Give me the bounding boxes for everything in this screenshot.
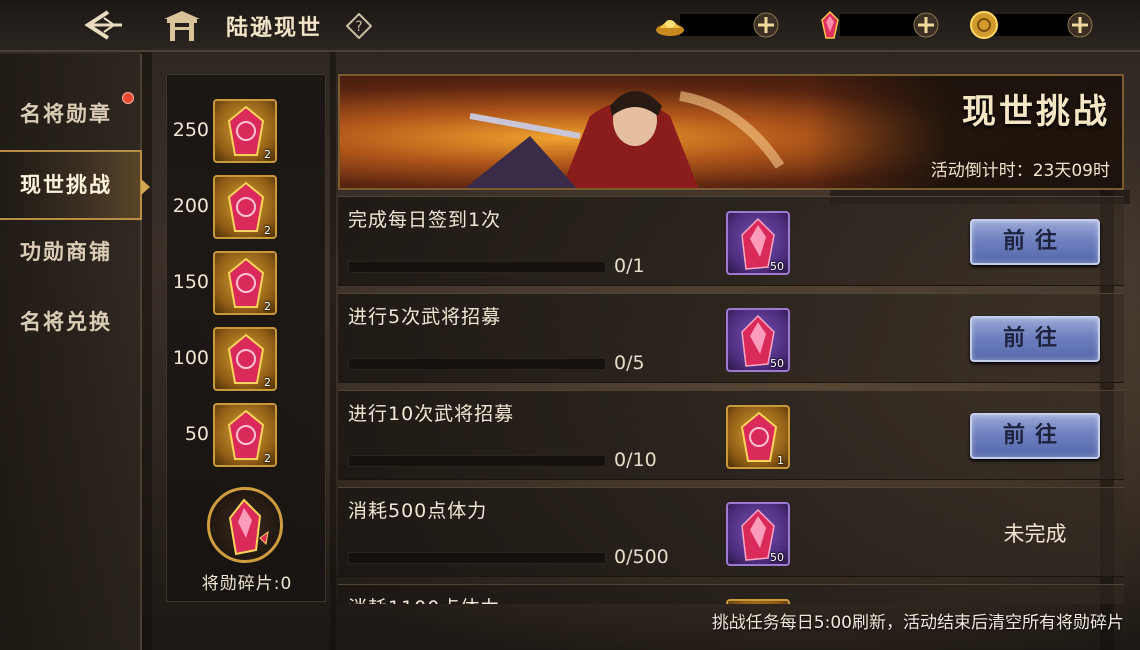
item-count: 2 [264, 300, 271, 313]
sidebar-item-label: 名将勋章 [20, 102, 112, 126]
milestone-reward[interactable]: 150 2 [167, 249, 327, 319]
page-title: 陆逊现世 [226, 16, 323, 41]
reward-item-slot[interactable]: 2 [213, 99, 277, 163]
item-count: 50 [770, 260, 784, 273]
item-count: 50 [770, 357, 784, 370]
task-status-text: 未完成 [1003, 522, 1067, 546]
milestone-threshold: 150 [172, 271, 209, 293]
task-progress-bar [348, 358, 606, 370]
milestone-reward[interactable]: 250 2 [167, 97, 327, 167]
task-title: 进行5次武将招募 [348, 306, 502, 328]
milestone-panel: 250 2 200 2 150 2 100 2 50 2 将勋碎片:0 [166, 74, 326, 602]
task-progress-text: 0/5 [614, 352, 645, 374]
item-count: 2 [264, 224, 271, 237]
fragment-ring[interactable] [207, 487, 283, 563]
svg-text:?: ? [355, 19, 362, 35]
task-progress-bar [348, 455, 606, 467]
task-progress-text: 0/10 [614, 449, 657, 471]
side-nav: 名将勋章 现世挑战 功勋商铺 名将兑换 [0, 54, 150, 650]
task-progress-bar [348, 261, 606, 273]
hero-portrait [465, 91, 785, 188]
go-button[interactable]: 前往 [970, 316, 1100, 362]
task-row: 进行5次武将招募 0/5 50 前往 [338, 293, 1124, 383]
sidebar-item-label: 现世挑战 [20, 173, 112, 197]
task-title: 消耗1100点体力 [348, 593, 500, 604]
task-title: 进行10次武将招募 [348, 403, 515, 425]
milestone-reward[interactable]: 200 2 [167, 173, 327, 243]
fragment-count-label: 将勋碎片:0 [201, 574, 293, 594]
add-jade-button[interactable] [912, 11, 940, 39]
coin-icon [968, 10, 1000, 40]
milestone-reward[interactable]: 50 2 [167, 401, 327, 471]
task-list[interactable]: 完成每日签到1次 0/1 50 前往 进行5次武将招募 0/5 50 前往 进行… [338, 196, 1124, 604]
sidebar-item-exchange[interactable]: 名将兑换 [0, 290, 142, 354]
coin-amount-bar [994, 14, 1074, 36]
milestone-threshold: 100 [172, 347, 209, 369]
task-title: 消耗500点体力 [348, 500, 488, 522]
reward-item-slot[interactable]: 2 [213, 175, 277, 239]
reward-item-slot[interactable]: 50 [726, 308, 790, 372]
go-button[interactable]: 前往 [970, 219, 1100, 265]
reward-item-slot[interactable]: 1 [726, 405, 790, 469]
gold-amount-bar [680, 14, 760, 36]
footer-note: 挑战任务每日5:00刷新，活动结束后清空所有将勋碎片 [711, 613, 1124, 633]
back-arrow-icon[interactable] [78, 8, 126, 42]
task-row: 消耗500点体力 0/500 50 未完成 [338, 487, 1124, 577]
item-count: 2 [264, 452, 271, 465]
banner-title: 现世挑战 [962, 92, 1110, 132]
reward-item-slot[interactable]: 50 [726, 502, 790, 566]
task-progress-text: 0/500 [614, 546, 669, 568]
task-progress-text: 0/1 [614, 255, 645, 277]
sidebar-item-label: 名将兑换 [20, 310, 112, 334]
sidebar-item-shop[interactable]: 功勋商铺 [0, 220, 142, 284]
task-title: 完成每日签到1次 [348, 209, 502, 231]
reward-item-slot[interactable]: 50 [726, 211, 790, 275]
reward-item-slot[interactable]: 2 [213, 327, 277, 391]
task-row: 消耗1100点体力 [338, 584, 1124, 604]
sidebar-item-medals[interactable]: 名将勋章 [0, 82, 142, 146]
help-icon[interactable]: ? [345, 12, 373, 40]
active-arrow-icon [141, 179, 150, 195]
milestone-reward[interactable]: 100 2 [167, 325, 327, 395]
add-gold-button[interactable] [752, 11, 780, 39]
jade-amount-bar [840, 14, 920, 36]
item-count: 2 [264, 376, 271, 389]
event-banner: 现世挑战 活动倒计时：23天09时 [338, 74, 1124, 190]
milestone-threshold: 200 [172, 195, 209, 217]
top-bar: 陆逊现世 ? [0, 0, 1140, 52]
reward-item-slot[interactable]: 2 [213, 403, 277, 467]
reward-item-slot[interactable] [726, 599, 790, 604]
task-row: 完成每日签到1次 0/1 50 前往 [338, 196, 1124, 286]
go-button[interactable]: 前往 [970, 413, 1100, 459]
red-jade-icon [814, 10, 846, 40]
item-count: 50 [770, 551, 784, 564]
milestone-threshold: 50 [184, 423, 209, 445]
gold-ingot-icon [654, 10, 686, 40]
add-coin-button[interactable] [1066, 11, 1094, 39]
notification-dot [122, 92, 134, 104]
gate-icon [162, 9, 202, 43]
medal-fragment-icon [228, 498, 269, 556]
sidebar-item-challenge[interactable]: 现世挑战 [0, 150, 150, 220]
milestone-threshold: 250 [172, 119, 209, 141]
item-count: 2 [264, 148, 271, 161]
item-count: 1 [777, 454, 784, 467]
event-countdown: 活动倒计时：23天09时 [930, 161, 1110, 181]
task-row: 进行10次武将招募 0/10 1 前往 [338, 390, 1124, 480]
reward-item-slot[interactable]: 2 [213, 251, 277, 315]
task-progress-bar [348, 552, 606, 564]
sidebar-item-label: 功勋商铺 [20, 240, 112, 264]
